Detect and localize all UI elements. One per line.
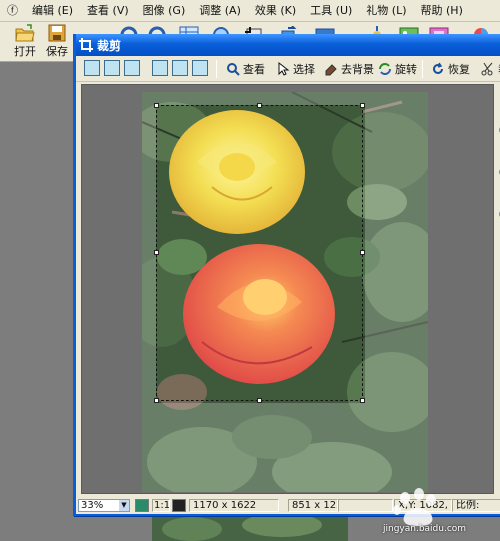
toolbar-separator <box>422 60 423 78</box>
crop-handle-bottom-right[interactable] <box>360 398 365 403</box>
layout-landscape-3-button[interactable] <box>124 60 140 76</box>
layout-landscape-2-button[interactable] <box>104 60 120 76</box>
zoom-value: 33% <box>81 500 104 511</box>
view-tool-label: 查看 <box>243 63 265 76</box>
crop-handle-right[interactable] <box>360 250 365 255</box>
crop-handle-top-left[interactable] <box>154 103 159 108</box>
menu-gifts[interactable]: 礼物 (L) <box>359 0 413 22</box>
side-panel <box>496 84 500 494</box>
menu-help[interactable]: 帮助 (H) <box>414 0 470 22</box>
menu-edit[interactable]: 编辑 (E) <box>25 0 80 22</box>
remove-background-label: 去背景 <box>341 63 374 76</box>
crop-handle-top-right[interactable] <box>360 103 365 108</box>
restore-label: 恢复 <box>448 63 470 76</box>
app-window: ⓕ 编辑 (E) 查看 (V) 图像 (G) 调整 (A) 效果 (K) 工具 … <box>0 0 500 541</box>
magnifier-icon <box>227 63 240 76</box>
open-label: 打开 <box>14 45 36 58</box>
menu-bar: ⓕ 编辑 (E) 查看 (V) 图像 (G) 调整 (A) 效果 (K) 工具 … <box>0 0 500 22</box>
open-button[interactable]: 打开 <box>10 24 40 60</box>
crop-selection[interactable] <box>154 103 365 403</box>
menu-effects[interactable]: 效果 (K) <box>248 0 303 22</box>
menu-file[interactable]: ⓕ <box>0 0 25 22</box>
crop-dialog: 裁剪 查看 选择 去背景 旋转 恢复 33% ▼ 1:1 1170 x 1622… <box>73 34 500 516</box>
view-tool-button[interactable]: 查看 <box>226 59 265 79</box>
actual-size-button[interactable]: 1:1 <box>152 499 170 512</box>
fit-window-button[interactable] <box>135 499 149 512</box>
dialog-titlebar[interactable]: 裁剪 <box>76 34 500 56</box>
crop-handle-bottom-left[interactable] <box>154 398 159 403</box>
menu-tools[interactable]: 工具 (U) <box>303 0 359 22</box>
crop-toolbar: 查看 选择 去背景 旋转 恢复 裁 <box>76 56 500 82</box>
chevron-down-icon: ▼ <box>119 500 129 511</box>
zoom-select[interactable]: 33% ▼ <box>78 499 130 512</box>
crop-mask-top <box>142 92 428 105</box>
restore-icon <box>433 62 443 74</box>
remove-background-button[interactable]: 去背景 <box>324 59 374 79</box>
rose-photo <box>142 92 428 492</box>
pointer-icon <box>278 62 290 76</box>
crop-size-text: 851 x 1221 <box>288 499 338 512</box>
select-tool-label: 选择 <box>293 63 315 76</box>
crop-mask-right <box>365 105 428 403</box>
menu-view[interactable]: 查看 (V) <box>80 0 136 22</box>
crop-mask-bottom <box>142 403 428 492</box>
crop-handle-bottom[interactable] <box>257 398 262 403</box>
folder-open-icon <box>15 24 35 42</box>
save-button[interactable]: 保存 <box>42 24 72 60</box>
menu-adjust[interactable]: 调整 (A) <box>192 0 248 22</box>
restore-button[interactable]: 恢复 <box>431 59 470 79</box>
crop-canvas[interactable] <box>81 84 494 494</box>
background-photo <box>152 517 348 541</box>
save-disk-icon <box>48 24 66 42</box>
save-label: 保存 <box>46 45 68 58</box>
eraser-icon <box>325 64 337 76</box>
layout-landscape-1-button[interactable] <box>84 60 100 76</box>
toolbar-separator <box>216 60 217 78</box>
crop-handle-left[interactable] <box>154 250 159 255</box>
rotate-arrows-icon <box>379 63 391 75</box>
background-photo-strip <box>152 517 348 541</box>
rotate-tool-label: 旋转 <box>395 63 417 76</box>
film-icon[interactable] <box>172 499 186 512</box>
watermark-site: jingyan.baidu.com <box>383 524 467 534</box>
cut-button[interactable]: 裁 <box>481 59 500 79</box>
crop-handle-top[interactable] <box>257 103 262 108</box>
layout-portrait-2-button[interactable] <box>172 60 188 76</box>
crop-size-text-overflow <box>338 499 388 512</box>
rotate-tool-button[interactable]: 旋转 <box>378 59 417 79</box>
image-size-text: 1170 x 1622 <box>189 499 279 512</box>
select-tool-button[interactable]: 选择 <box>276 59 315 79</box>
dialog-title: 裁剪 <box>97 38 122 53</box>
layout-portrait-1-button[interactable] <box>152 60 168 76</box>
menu-image[interactable]: 图像 (G) <box>136 0 193 22</box>
layout-portrait-3-button[interactable] <box>192 60 208 76</box>
crop-icon <box>79 38 93 52</box>
scissors-icon <box>481 62 493 76</box>
